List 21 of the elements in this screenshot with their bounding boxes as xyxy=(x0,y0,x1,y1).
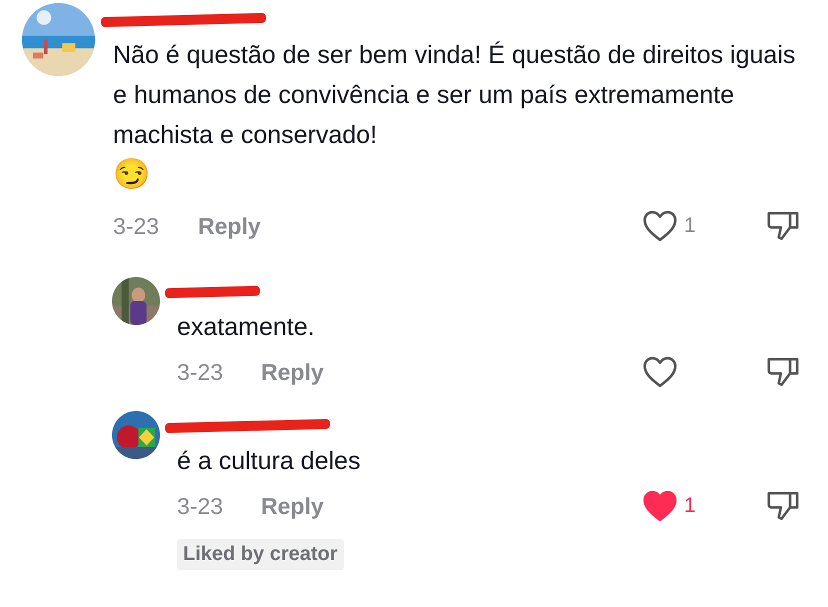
reply-link[interactable]: Reply xyxy=(198,212,261,240)
reply-link[interactable]: Reply xyxy=(261,492,324,520)
thumbs-down-icon xyxy=(766,356,800,388)
comment-date: 3-23 xyxy=(177,358,224,386)
comment-text: Não é questão de ser bem vinda! É questão de direitos iguais e humanos de convivência e ser um país extremamente machista e conservado! xyxy=(113,40,796,151)
comment-text: é a cultura deles xyxy=(177,446,362,477)
liked-by-creator-label: Liked by creator xyxy=(177,539,344,570)
dislike-button[interactable] xyxy=(766,210,800,242)
like-button[interactable]: 1 xyxy=(642,490,704,522)
comment-date: 3-23 xyxy=(177,492,224,520)
like-count: 1 xyxy=(684,214,696,238)
dislike-button[interactable] xyxy=(766,490,800,522)
thumbs-down-icon xyxy=(766,210,800,242)
dislike-button[interactable] xyxy=(766,356,800,388)
like-count: 1 xyxy=(684,494,696,518)
emoji: 😏 xyxy=(113,157,150,193)
thumbs-down-icon xyxy=(766,490,800,522)
comment-text: exatamente. xyxy=(177,312,316,343)
like-button[interactable]: 1 xyxy=(642,210,704,242)
reply-link[interactable]: Reply xyxy=(261,358,324,386)
comment-date: 3-23 xyxy=(113,212,160,240)
